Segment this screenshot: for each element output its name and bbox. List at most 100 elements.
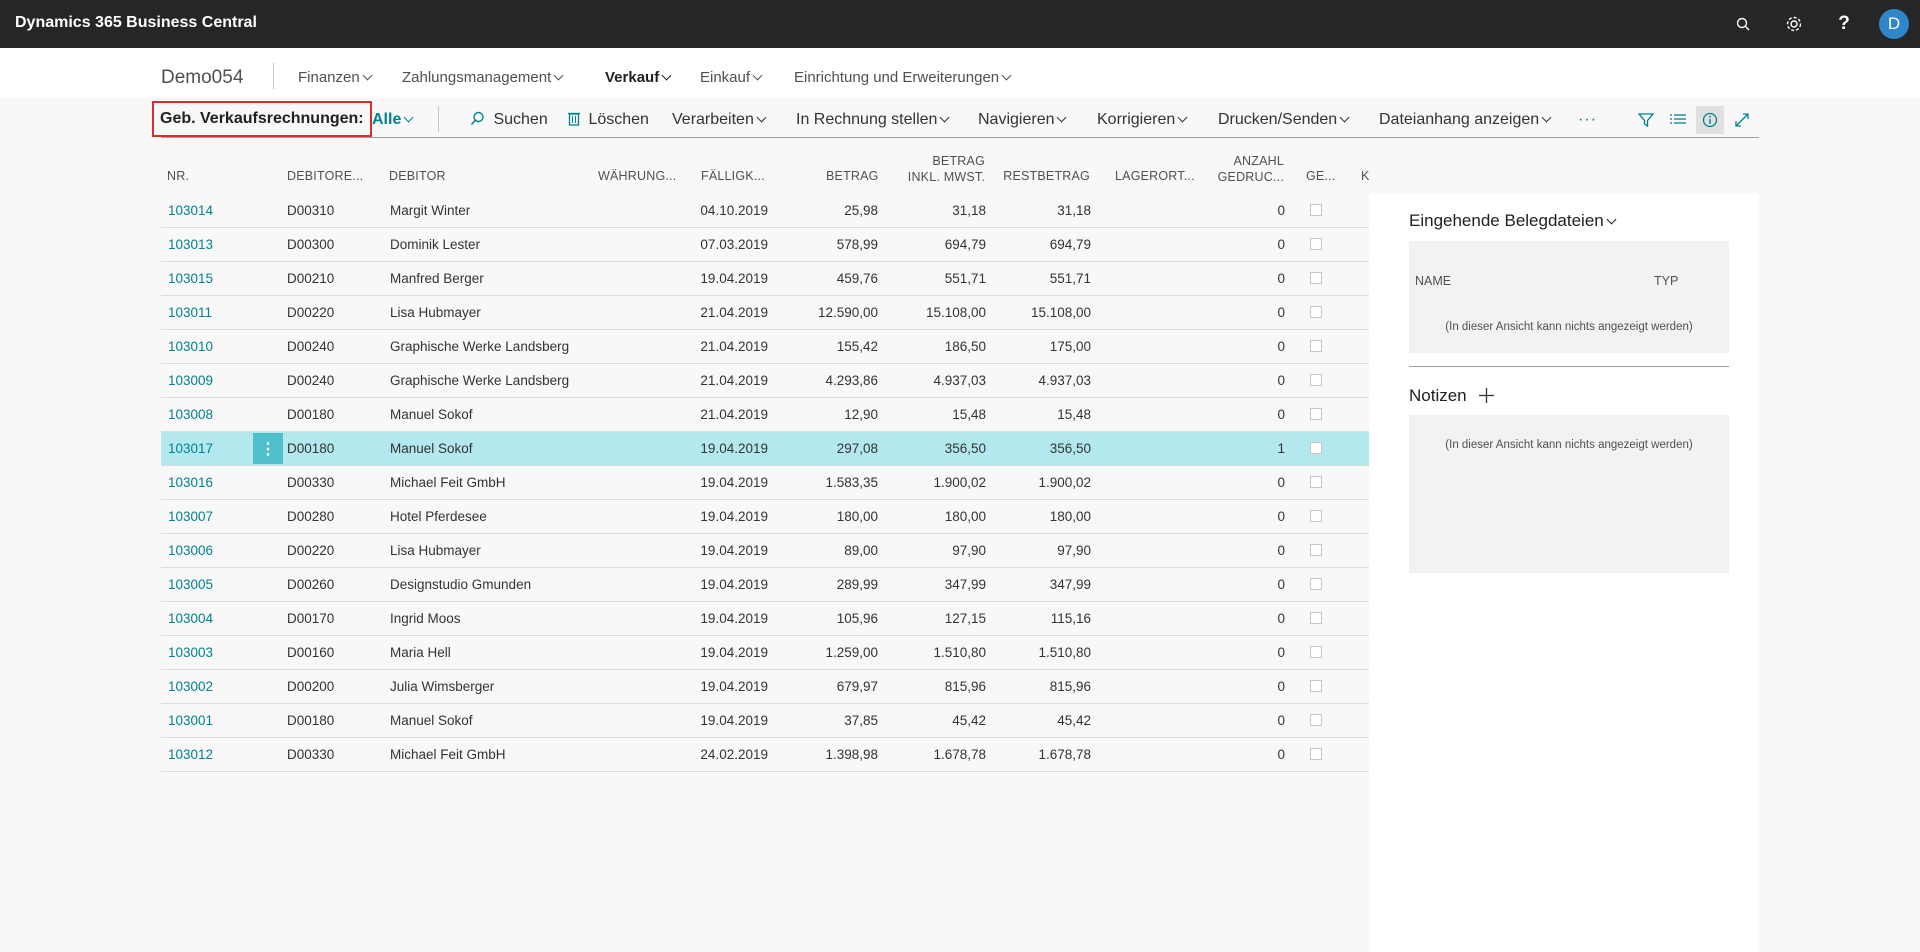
expand-icon[interactable]	[1728, 106, 1756, 134]
invoice-no-link[interactable]: 103007	[168, 509, 213, 524]
column-header-location[interactable]: LAGERORT...	[1115, 169, 1195, 183]
closed-checkbox[interactable]	[1310, 680, 1322, 692]
column-header-remaining[interactable]: RESTBETRAG	[990, 169, 1090, 183]
navigate-menu[interactable]: Navigieren	[978, 111, 1067, 129]
table-row[interactable]: 103008 D00180 Manuel Sokof 21.04.2019 12…	[161, 398, 1369, 432]
amount-incl-vat: 694,79	[944, 237, 986, 252]
incoming-documents-title[interactable]: Eingehende Belegdateien	[1409, 211, 1617, 231]
view-filter-dropdown[interactable]: Alle	[372, 111, 414, 129]
column-header-due-date[interactable]: FÄLLIGK...	[701, 169, 765, 183]
column-header-closed[interactable]: GE...	[1306, 169, 1335, 183]
delete-button[interactable]: Löschen	[568, 111, 649, 129]
invoice-menu[interactable]: In Rechnung stellen	[796, 111, 950, 129]
nav-verkauf[interactable]: Verkauf	[605, 69, 672, 86]
closed-checkbox[interactable]	[1310, 340, 1322, 352]
invoice-no-link[interactable]: 103010	[168, 339, 213, 354]
info-pane-icon[interactable]	[1696, 106, 1724, 134]
invoice-no-link[interactable]: 103017	[168, 441, 213, 456]
invoice-no-link[interactable]: 103008	[168, 407, 213, 422]
column-header-no-printed[interactable]: ANZAHL GEDRUC...	[1211, 153, 1284, 185]
attachment-menu[interactable]: Dateianhang anzeigen	[1379, 111, 1552, 129]
more-actions-button[interactable]: ···	[1578, 111, 1597, 129]
amount: 89,00	[844, 543, 878, 558]
invoice-no-link[interactable]: 103015	[168, 271, 213, 286]
invoice-no-link[interactable]: 103004	[168, 611, 213, 626]
customer-no: D00310	[287, 203, 335, 218]
table-row[interactable]: 103010 D00240 Graphische Werke Landsberg…	[161, 330, 1369, 364]
closed-checkbox[interactable]	[1310, 578, 1322, 590]
table-row[interactable]: 103009 D00240 Graphische Werke Landsberg…	[161, 364, 1369, 398]
table-row[interactable]: 103012 D00330 Michael Feit GmbH 24.02.20…	[161, 738, 1369, 772]
column-header-nr[interactable]: NR.	[167, 169, 189, 183]
invoice-no-link[interactable]: 103002	[168, 679, 213, 694]
notes-title[interactable]: Notizen	[1409, 386, 1495, 407]
invoice-no-link[interactable]: 103013	[168, 237, 213, 252]
table-row[interactable]: 103015 D00210 Manfred Berger 19.04.2019 …	[161, 262, 1369, 296]
table-row[interactable]: 103007 D00280 Hotel Pferdesee 19.04.2019…	[161, 500, 1369, 534]
invoice-no-link[interactable]: 103012	[168, 747, 213, 762]
invoice-no-link[interactable]: 103009	[168, 373, 213, 388]
closed-checkbox[interactable]	[1310, 306, 1322, 318]
table-row[interactable]: 103014 D00310 Margit Winter 04.10.2019 2…	[161, 194, 1369, 228]
invoice-no-link[interactable]: 103005	[168, 577, 213, 592]
search-button[interactable]: Suchen	[470, 111, 548, 129]
nav-finanzen[interactable]: Finanzen	[298, 69, 373, 86]
invoice-no-link[interactable]: 103001	[168, 713, 213, 728]
invoice-no-link[interactable]: 103006	[168, 543, 213, 558]
plus-icon[interactable]	[1479, 388, 1495, 407]
invoice-no-link[interactable]: 103016	[168, 475, 213, 490]
table-row[interactable]: 103003 D00160 Maria Hell 19.04.2019 1.25…	[161, 636, 1369, 670]
app-title[interactable]: Dynamics 365 Business Central	[15, 14, 257, 32]
nav-einrichtung[interactable]: Einrichtung und Erweiterungen	[794, 69, 1012, 86]
remaining-amount: 15.108,00	[1030, 305, 1091, 320]
row-actions-icon[interactable]: ⋮	[253, 433, 283, 464]
column-header-cut[interactable]: K	[1361, 169, 1370, 183]
nav-einkauf[interactable]: Einkauf	[700, 69, 763, 86]
column-header-customer-no[interactable]: DEBITORE...	[287, 169, 363, 183]
table-row[interactable]: 103017 ⋮ D00180 Manuel Sokof 19.04.2019 …	[161, 432, 1369, 466]
column-header-amount-incl-vat[interactable]: BETRAG INKL. MWST.	[885, 153, 985, 185]
table-row[interactable]: 103001 D00180 Manuel Sokof 19.04.2019 37…	[161, 704, 1369, 738]
closed-checkbox[interactable]	[1310, 442, 1322, 454]
invoice-no-link[interactable]: 103003	[168, 645, 213, 660]
list-view-icon[interactable]	[1664, 106, 1692, 134]
column-header-customer[interactable]: DEBITOR	[389, 169, 446, 183]
closed-checkbox[interactable]	[1310, 374, 1322, 386]
table-row[interactable]: 103002 D00200 Julia Wimsberger 19.04.201…	[161, 670, 1369, 704]
table-row[interactable]: 103004 D00170 Ingrid Moos 19.04.2019 105…	[161, 602, 1369, 636]
column-header-currency[interactable]: WÄHRUNG...	[598, 169, 676, 183]
print-send-menu[interactable]: Drucken/Senden	[1218, 111, 1350, 129]
table-row[interactable]: 103016 D00330 Michael Feit GmbH 19.04.20…	[161, 466, 1369, 500]
no-printed: 0	[1277, 577, 1285, 592]
company-name[interactable]: Demo054	[161, 67, 243, 89]
no-printed: 0	[1277, 645, 1285, 660]
closed-checkbox[interactable]	[1310, 238, 1322, 250]
closed-checkbox[interactable]	[1310, 408, 1322, 420]
search-icon[interactable]	[1729, 10, 1757, 38]
closed-checkbox[interactable]	[1310, 476, 1322, 488]
customer-name: Lisa Hubmayer	[390, 305, 481, 320]
correct-menu[interactable]: Korrigieren	[1097, 111, 1188, 129]
closed-checkbox[interactable]	[1310, 714, 1322, 726]
closed-checkbox[interactable]	[1310, 646, 1322, 658]
closed-checkbox[interactable]	[1310, 748, 1322, 760]
closed-checkbox[interactable]	[1310, 544, 1322, 556]
invoice-no-link[interactable]: 103014	[168, 203, 213, 218]
column-header-amount[interactable]: BETRAG	[826, 169, 878, 183]
table-row[interactable]: 103005 D00260 Designstudio Gmunden 19.04…	[161, 568, 1369, 602]
table-row[interactable]: 103006 D00220 Lisa Hubmayer 19.04.2019 8…	[161, 534, 1369, 568]
filter-icon[interactable]	[1632, 106, 1660, 134]
user-avatar[interactable]: D	[1879, 9, 1909, 39]
process-menu[interactable]: Verarbeiten	[672, 111, 767, 129]
remaining-amount: 1.510,80	[1038, 645, 1091, 660]
nav-zahlungsmanagement[interactable]: Zahlungsmanagement	[402, 69, 564, 86]
closed-checkbox[interactable]	[1310, 272, 1322, 284]
invoice-no-link[interactable]: 103011	[168, 305, 212, 320]
table-row[interactable]: 103011 D00220 Lisa Hubmayer 21.04.2019 1…	[161, 296, 1369, 330]
gear-icon[interactable]	[1780, 10, 1808, 38]
closed-checkbox[interactable]	[1310, 204, 1322, 216]
closed-checkbox[interactable]	[1310, 612, 1322, 624]
help-icon[interactable]: ?	[1830, 10, 1858, 38]
table-row[interactable]: 103013 D00300 Dominik Lester 07.03.2019 …	[161, 228, 1369, 262]
closed-checkbox[interactable]	[1310, 510, 1322, 522]
